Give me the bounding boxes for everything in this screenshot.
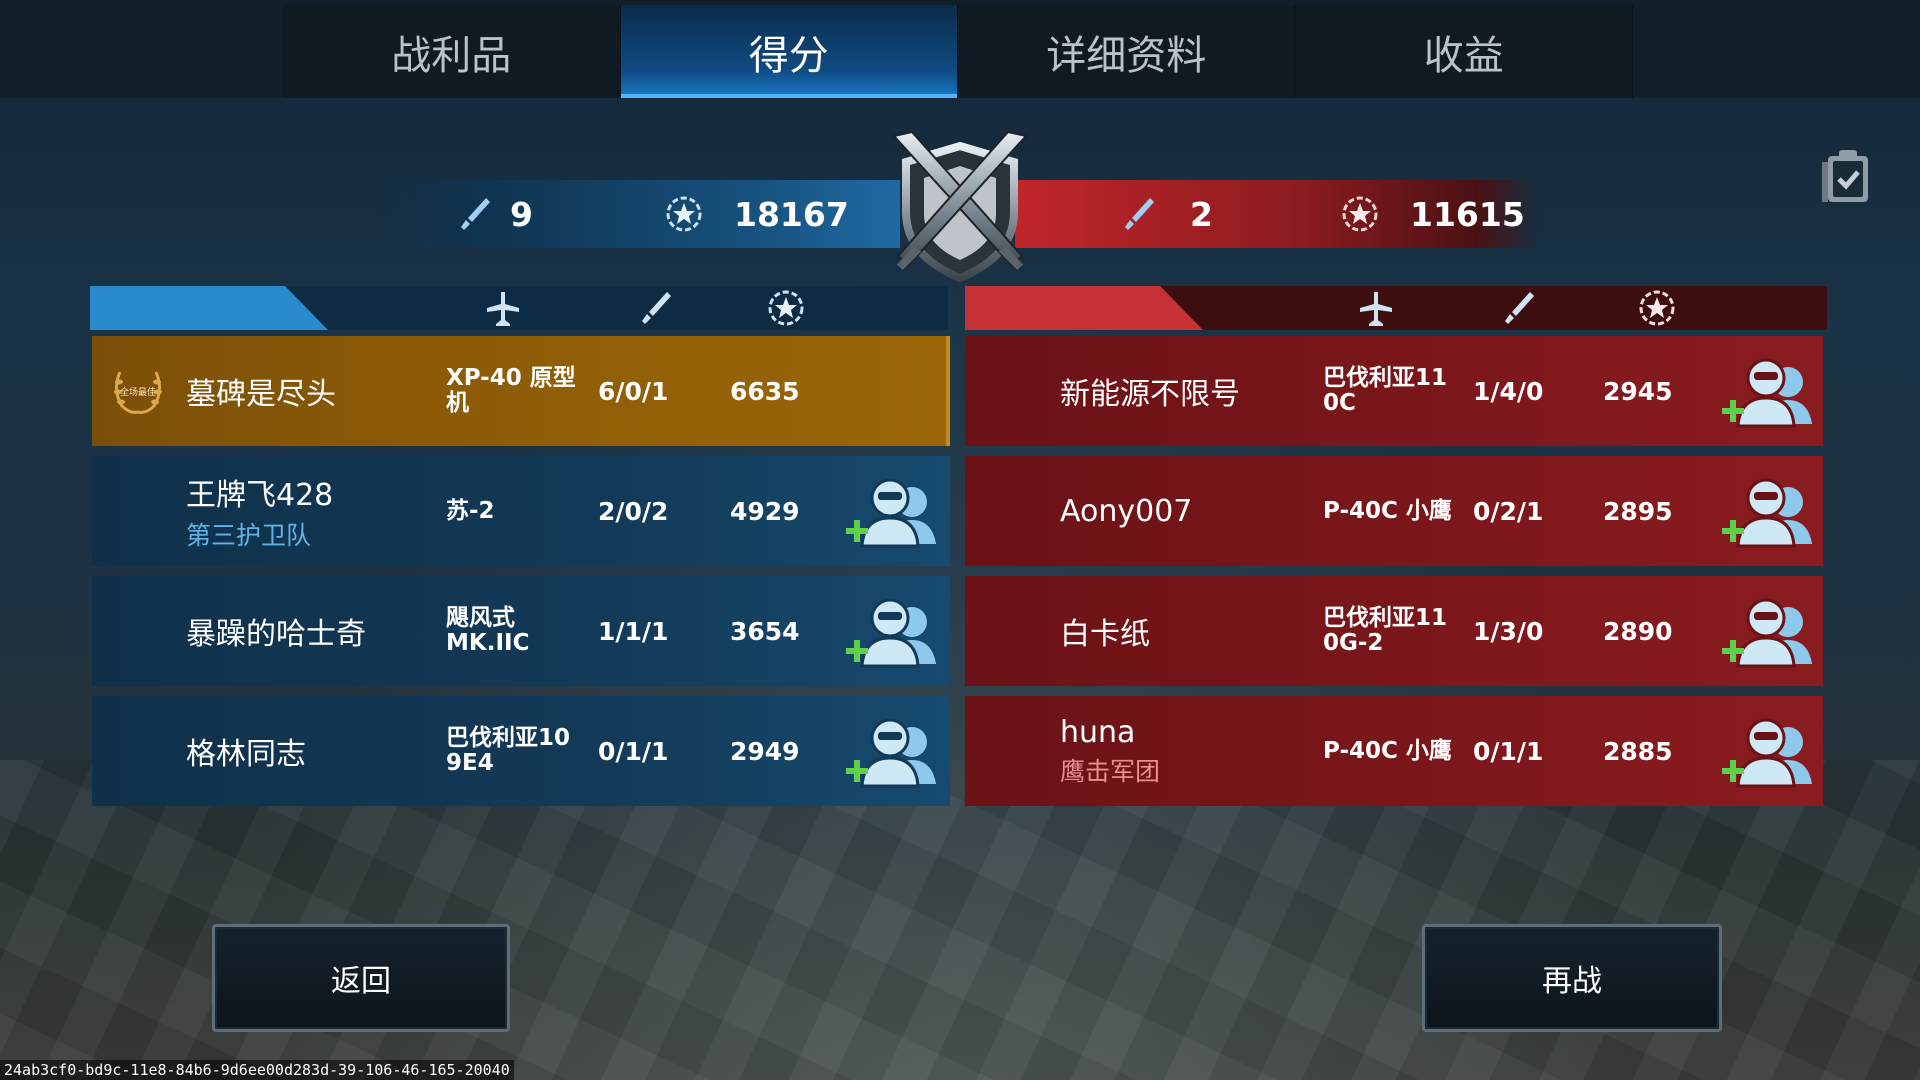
plane-name: 巴伐利亚11 0G-2 [1323,605,1448,656]
mvp-laurel-icon: 全场最佳 [114,371,162,414]
kda-value: 1/1/1 [598,616,669,646]
kda-value: 1/4/0 [1473,376,1544,406]
add-friend-icon[interactable] [846,714,942,790]
red-player-row[interactable]: 新能源不限号 巴伐利亚11 0C 1/4/0 2945 [965,336,1823,446]
tab-details[interactable]: 详细资料 [958,5,1296,98]
crossed-swords-shield-emblem [892,130,1028,283]
tab-score[interactable]: 得分 [620,5,958,98]
plane-icon [487,292,519,326]
plane-name: 苏-2 [446,497,495,524]
tab-earnings[interactable]: 收益 [1295,5,1633,98]
blue-player-row[interactable]: 暴躁的哈士奇 飓风式 MK.IIC 1/1/1 3654 [92,576,950,686]
sword-icon [1125,198,1154,230]
plane-name: P-40C 小鹰 [1323,497,1452,524]
player-clan: 第三护卫队 [186,521,312,550]
sword-icon [642,292,671,324]
red-kills-value: 2 [1190,194,1213,234]
red-player-row[interactable]: Aony007 P-40C 小鹰 0/2/1 2895 [965,456,1823,566]
mvp-text: 全场最佳 [120,386,156,398]
kda-value: 6/0/1 [598,376,669,406]
plane-name: XP-40 原型机 [446,365,576,416]
add-friend-icon[interactable] [1722,714,1818,790]
kda-value: 2/0/2 [598,496,669,526]
top-tab-bar: 战利品 得分 详细资料 收益 [0,0,1920,98]
player-name: 暴躁的哈士奇 [186,617,366,652]
score-value: 2949 [730,736,800,766]
player-name: huna [1060,714,1136,750]
score-value: 4929 [730,496,800,526]
kda-value: 0/1/1 [1473,736,1544,766]
player-name: Aony007 [1060,493,1193,529]
red-team-header [965,286,1827,330]
add-friend-icon[interactable] [1722,474,1818,550]
blue-player-row[interactable]: 格林同志 巴伐利亚10 9E4 0/1/1 2949 [92,696,950,806]
red-player-row[interactable]: huna 鹰击军团 P-40C 小鹰 0/1/1 2885 [965,696,1823,806]
red-player-row[interactable]: 白卡纸 巴伐利亚11 0G-2 1/3/0 2890 [965,576,1823,686]
background-terrain [0,760,1920,1080]
blue-team-accent [90,286,328,330]
player-name: 新能源不限号 [1060,377,1240,412]
player-name: 王牌飞428 [186,478,334,513]
score-value: 2890 [1603,616,1673,646]
tab-strip: 战利品 得分 详细资料 收益 [283,5,1633,98]
plane-name: P-40C 小鹰 [1323,737,1452,764]
blue-player-row[interactable]: 王牌飞428 第三护卫队 苏-2 2/0/2 4929 [92,456,950,566]
plane-name: 巴伐利亚10 9E4 [446,725,571,776]
add-friend-icon[interactable] [846,594,942,670]
score-value: 6635 [730,376,800,406]
add-friend-icon[interactable] [1722,354,1818,430]
blue-player-row[interactable]: 全场最佳 墓碑是尽头 XP-40 原型机 6/0/1 6635 [92,336,950,446]
plane-icon [1360,292,1392,326]
score-value: 2885 [1603,736,1673,766]
replay-button[interactable]: 再战 [1422,924,1722,1032]
kda-value: 0/1/1 [598,736,669,766]
star-medal-icon [1639,290,1675,326]
player-name: 墓碑是尽头 [186,377,336,412]
back-button[interactable]: 返回 [212,924,510,1032]
red-team-accent [965,286,1203,330]
sword-icon [461,198,490,230]
score-value: 2895 [1603,496,1673,526]
star-medal-icon [666,196,702,232]
add-friend-icon[interactable] [846,474,942,550]
score-value: 2945 [1603,376,1673,406]
clipboard-check-icon[interactable] [1822,146,1874,206]
blue-score-value: 18167 [734,194,849,234]
session-id-text: 24ab3cf0-bd9c-11e8-84b6-9d6ee00d283d-39-… [0,1060,514,1080]
blue-team-summary: 9 18167 [380,180,900,248]
red-score-value: 11615 [1410,194,1525,234]
sword-icon [1505,292,1534,324]
kda-value: 1/3/0 [1473,616,1544,646]
red-team-summary: 2 11615 [1015,180,1540,248]
blue-kills-value: 9 [510,194,533,234]
player-name: 格林同志 [186,737,306,772]
star-medal-icon [1342,196,1378,232]
score-value: 3654 [730,616,800,646]
plane-name: 飓风式 MK.IIC [446,605,530,656]
player-clan: 鹰击军团 [1060,756,1161,786]
plane-name: 巴伐利亚11 0C [1323,365,1448,416]
player-name: 白卡纸 [1060,617,1150,652]
star-medal-icon [768,290,804,326]
kda-value: 0/2/1 [1473,496,1544,526]
blue-team-header [90,286,948,330]
add-friend-icon[interactable] [1722,594,1818,670]
tab-loot[interactable]: 战利品 [283,5,621,98]
